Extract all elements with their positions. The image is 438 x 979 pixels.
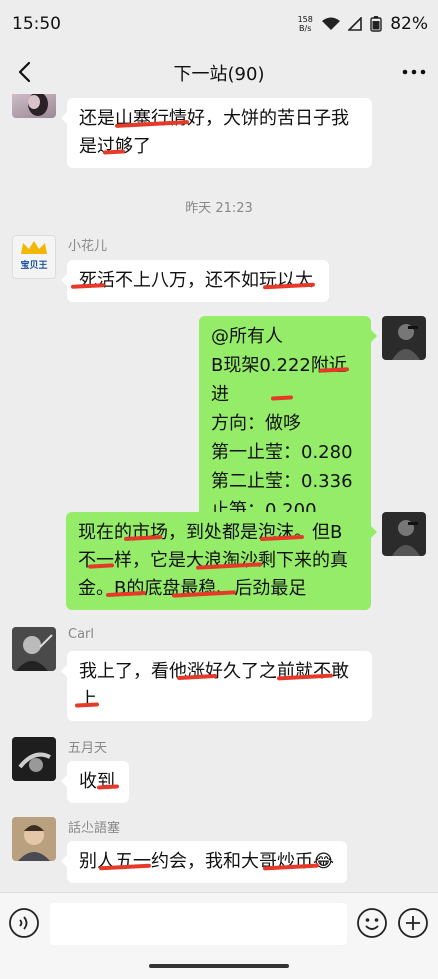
home-indicator[interactable] (149, 964, 289, 968)
message-list[interactable]: 还是山寨行情好，大饼的苦日子我是过够了 昨天 21:23 宝贝王 小花儿 死活不… (0, 94, 438, 892)
status-bar: 15:50 158 B/s 82% (0, 0, 438, 50)
sender-name: 五月天 (68, 741, 108, 756)
network-speed-value: 158 (297, 15, 313, 24)
battery-level: 82% (390, 14, 428, 34)
message-bubble[interactable]: @所有人 B现架0.222附近进 方向：做哆 第一止莹：0.280 第二止莹：0… (199, 316, 377, 531)
message-bubble[interactable]: 死活不上八万，还不如玩以太 (61, 260, 329, 302)
sender-name: Carl (68, 627, 94, 642)
message-line: 第二止莹：0.336 (211, 471, 353, 492)
status-icons: 158 B/s 82% (296, 14, 428, 34)
emoji-icon[interactable] (356, 907, 388, 939)
avatar-portrait-icon (392, 324, 420, 360)
self-avatar[interactable] (382, 512, 426, 556)
battery-icon (370, 16, 382, 32)
sender-name: 小花儿 (68, 239, 108, 254)
message-line: B现架0.222附近进 (211, 355, 347, 405)
wifi-icon (322, 17, 341, 30)
message-input[interactable] (50, 903, 347, 945)
network-speed: 158 B/s (296, 15, 314, 33)
network-speed-unit: B/s (299, 24, 312, 33)
chat-title: 下一站(90) (173, 64, 265, 85)
signal-icon (348, 17, 363, 31)
crown-logo-icon (21, 241, 47, 254)
more-options-icon[interactable] (400, 58, 428, 86)
message-line: 第一止莹：0.280 (211, 442, 353, 463)
message-bubble[interactable]: 我上了，看他涨好久了之前就不敢上 (61, 651, 372, 721)
avatar-portrait-icon (28, 94, 48, 116)
redaction-mark (96, 784, 120, 790)
timestamp: 昨天 21:23 (185, 201, 253, 216)
avatar-logo-text: 宝贝王 (20, 261, 48, 271)
message-text: 现在的市场，到处都是泡沫。但B不一样，它是大浪淘沙剩下来的真金。B的底盘最稳、后… (78, 522, 348, 599)
status-time: 15:50 (12, 14, 61, 34)
avatar[interactable] (12, 627, 56, 671)
message-bubble[interactable]: 还是山寨行情好，大饼的苦日子我是过够了 (61, 98, 372, 168)
sender-name: 話尐語塞 (68, 821, 121, 836)
avatar-portrait-icon (12, 627, 56, 671)
message-bubble[interactable]: 现在的市场，到处都是泡沫。但B不一样，它是大浪淘沙剩下来的真金。B的底盘最稳、后… (66, 512, 377, 610)
add-icon[interactable] (397, 907, 429, 939)
avatar[interactable] (12, 737, 56, 781)
laughing-emoji: 😂 (313, 851, 335, 872)
message-text: 我上了，看他涨好久了之前就不敢上 (79, 661, 349, 710)
message-bubble[interactable]: 收到 (61, 761, 129, 803)
avatar[interactable] (12, 817, 56, 861)
avatar[interactable] (12, 94, 56, 118)
self-avatar[interactable] (382, 316, 426, 360)
message-bubble[interactable]: 别人五一约会，我和大哥炒币😂 (61, 841, 347, 883)
avatar-portrait-icon (12, 817, 56, 861)
voice-input-icon[interactable] (8, 907, 40, 939)
avatar-portrait-icon (12, 737, 56, 781)
message-line: 方向：做哆 (211, 413, 301, 434)
avatar[interactable]: 宝贝王 (12, 235, 56, 279)
chat-header: 下一站(90) (0, 50, 438, 94)
message-line: @所有人 (211, 326, 283, 347)
avatar-portrait-icon (392, 520, 420, 556)
